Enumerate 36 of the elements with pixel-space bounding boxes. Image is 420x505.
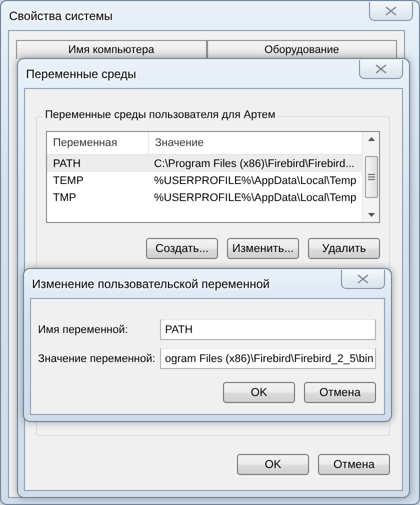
dialog-button[interactable]: Отмена: [318, 454, 390, 475]
close-icon: [385, 6, 397, 16]
tab[interactable]: Оборудование: [206, 40, 397, 59]
selected-row[interactable]: PATH C:\Program Files (x86)\Firebird\Firebird...: [47, 155, 362, 172]
scroll-thumb[interactable]: [364, 156, 378, 198]
dialog-button[interactable]: OK: [223, 382, 295, 403]
window-title: Изменение пользовательской переменной: [31, 276, 270, 290]
close-icon: [357, 274, 369, 284]
dialog-button[interactable]: Удалить: [308, 238, 380, 259]
table-cell-text: %USERPROFILE%\AppData\Local\Temp: [153, 192, 358, 204]
close-icon: [375, 64, 387, 74]
field-label: Имя переменной:: [38, 324, 129, 336]
dialog-button[interactable]: OK: [237, 454, 309, 475]
dialog-button[interactable]: Создать...: [146, 238, 218, 259]
table-cell-text: PATH: [52, 158, 82, 170]
column-header[interactable]: Переменная: [47, 132, 148, 154]
window-title: Свойства системы: [8, 8, 113, 22]
scroll-up-icon[interactable]: [368, 137, 374, 141]
dialog-button[interactable]: Отмена: [304, 382, 376, 403]
table-cell-text: TEMP: [52, 174, 85, 186]
dialog-button[interactable]: Изменить...: [227, 238, 299, 259]
window-title: Переменные среды: [25, 66, 136, 80]
close-button[interactable]: [369, 2, 413, 21]
scrollbar[interactable]: [362, 132, 379, 222]
table-cell-text: C:\Program Files (x86)\Firebird\Firebird...: [153, 158, 356, 170]
scroll-down-icon[interactable]: [368, 213, 374, 217]
input-field[interactable]: PATH: [160, 319, 376, 340]
table-cell-text: TMP: [52, 192, 78, 204]
group-title: Переменные среды пользователя для Артем: [43, 109, 278, 121]
field-label: Значение переменной:: [38, 352, 156, 364]
close-button[interactable]: [341, 270, 385, 289]
input-field[interactable]: ogram Files (x86)\Firebird\Firebird_2_5\bin: [160, 348, 376, 369]
tab[interactable]: Имя компьютера: [16, 40, 206, 59]
table-cell-text: %USERPROFILE%\AppData\Local\Temp: [153, 174, 358, 186]
grip-icon: [368, 174, 374, 180]
close-button[interactable]: [359, 60, 403, 79]
